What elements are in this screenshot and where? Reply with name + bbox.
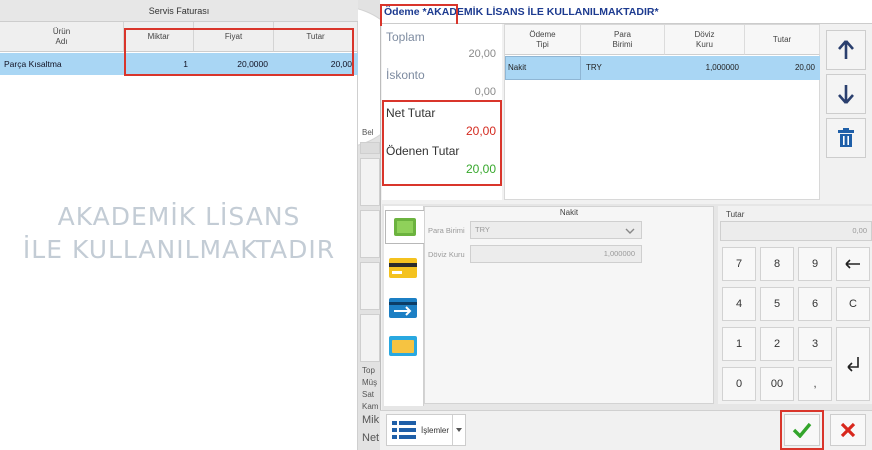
key-8[interactable]: 8 [760,247,794,281]
grid-header-payment-type[interactable]: Ödeme Tipi [505,25,581,55]
key-4[interactable]: 4 [722,287,756,321]
currency-label: Para Birimi [428,226,465,235]
license-watermark: AKADEMİK LİSANS İLE KULLANILMAKTADIR [22,202,336,264]
bank-transfer-icon [389,298,417,318]
operations-button[interactable]: İşlemler [386,414,466,446]
exchange-rate-field[interactable]: 1,000000 [470,245,642,263]
key-5[interactable]: 5 [760,287,794,321]
cash-panel-title: Nakit [559,208,579,217]
payment-row-type: Nakit [508,63,527,72]
ghost-label-3: Müş [362,378,378,387]
payment-row-amount: 20,00 [794,63,815,72]
highlight-box-title [380,4,458,26]
key-6[interactable]: 6 [798,287,832,321]
arrow-up-icon [838,40,854,59]
ghost-label-2: Top [362,366,375,375]
ghost-label-5: Kam [362,402,379,411]
currency-select[interactable]: TRY [470,221,642,239]
ghost-button [360,314,380,362]
enter-icon [847,357,859,372]
key-00[interactable]: 00 [760,367,794,401]
key-3[interactable]: 3 [798,327,832,361]
ghost-button [360,142,380,154]
amount-input-value: 0,00 [852,226,867,235]
tab-credit-card[interactable] [388,256,418,282]
key-comma[interactable]: , [798,367,832,401]
cancel-button[interactable] [830,414,866,446]
list-icon [392,421,416,439]
currency-select-value: TRY [475,225,490,234]
highlight-box-invoice-values [124,28,354,76]
exchange-rate-value: 1,000000 [603,249,635,258]
grid-header-amount[interactable]: Tutar [745,25,820,55]
grid-header-currency[interactable]: Para Birimi [581,25,665,55]
backspace-key[interactable] [836,247,870,281]
amount-title: Tutar [726,210,745,219]
tab-cash[interactable] [385,210,425,244]
key-9[interactable]: 9 [798,247,832,281]
voucher-icon [389,336,417,356]
amount-input[interactable]: 0,00 [720,221,872,241]
key-1[interactable]: 1 [722,327,756,361]
trash-icon [838,128,854,147]
ghost-button [360,210,380,258]
tab-bank-transfer[interactable] [388,296,418,322]
total-value: 20,00 [468,48,496,60]
credit-card-icon [389,258,417,278]
ghost-label-4: Sat [362,390,375,399]
operations-label: İşlemler [421,425,450,435]
enter-key[interactable] [836,327,870,401]
grid-header-exchange-rate[interactable]: Döviz Kuru [665,25,745,55]
exchange-rate-label: Döviz Kuru [428,250,465,259]
ghost-label-7: Net [362,432,380,444]
highlight-box-totals [382,100,502,186]
cash-icon [394,218,416,236]
close-icon [840,422,856,438]
discount-value: 0,00 [474,86,496,98]
ghost-button [360,262,380,310]
tab-voucher[interactable] [388,334,418,360]
payment-row-currency: TRY [586,63,602,72]
invoice-title: Servis Faturası [0,0,358,22]
ghost-button [360,158,380,206]
backspace-arrow-icon [845,259,860,269]
operations-dropdown[interactable] [452,415,465,445]
arrow-down-icon [838,85,854,104]
chevron-down-icon [625,228,635,234]
key-7[interactable]: 7 [722,247,756,281]
chevron-down-icon [456,428,462,432]
key-0[interactable]: 0 [722,367,756,401]
clear-key[interactable]: C [836,287,870,321]
move-down-button[interactable] [826,74,866,114]
key-2[interactable]: 2 [760,327,794,361]
discount-label: İskonto [386,68,425,82]
ghost-label-6: Mik [362,414,380,426]
delete-button[interactable] [826,118,866,158]
ghost-label-1: Bel [362,128,374,137]
row-product-name: Parça Kısaltma [4,59,62,69]
payment-row-rate: 1,000000 [705,63,739,72]
total-label: Toplam [386,30,425,44]
col-header-product[interactable]: Ürün Adı [0,22,124,52]
highlight-box-confirm [780,410,824,450]
move-up-button[interactable] [826,30,866,70]
